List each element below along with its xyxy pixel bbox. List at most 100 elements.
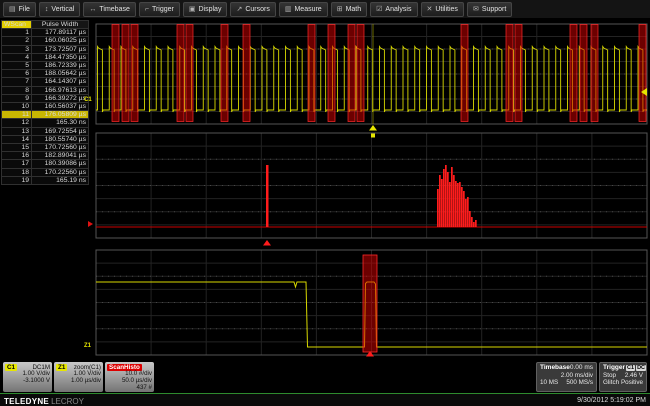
menu-support-button[interactable]: ✉Support	[467, 2, 512, 17]
pulse-width-table: WScan Pulse Width 1177.89117 µs2160.0602…	[1, 20, 89, 185]
trigger-type: Glitch	[603, 379, 619, 386]
pulse-width-row[interactable]: 5186.72339 µs	[2, 62, 89, 70]
pulse-width-row[interactable]: 1177.89117 µs	[2, 29, 89, 37]
pulse-width-row[interactable]: 13169.72554 µs	[2, 127, 89, 135]
menu-vertical-button[interactable]: ↕Vertical	[39, 2, 80, 17]
menu-math-button[interactable]: ⊞Math	[331, 2, 367, 17]
menu-cursors-button[interactable]: ↗Cursors	[230, 2, 275, 17]
pulse-width-row[interactable]: 19165.19 ns	[2, 176, 89, 184]
table-corner-label: WScan	[2, 21, 32, 29]
row-index: 17	[2, 160, 32, 168]
pulse-width-value: 170.72560 µs	[32, 144, 89, 152]
row-index: 6	[2, 70, 32, 78]
pulse-width-value: 186.72339 µs	[32, 62, 89, 70]
horizontal-arrows-icon: ↔	[89, 6, 96, 13]
vertical-arrows-icon: ↕	[45, 6, 49, 13]
trigger-mode: Stop	[603, 372, 616, 379]
glitch-capture-bar	[506, 25, 513, 122]
pulse-width-value: 170.22560 µs	[32, 168, 89, 176]
menu-label: Display	[199, 6, 222, 13]
pulse-width-value: 166.97613 µs	[32, 86, 89, 94]
row-index: 13	[2, 127, 32, 135]
pulse-width-row[interactable]: 6188.05642 µs	[2, 70, 89, 78]
menu-timebase-button[interactable]: ↔Timebase	[83, 2, 135, 17]
timebase-samples: 10 MS	[540, 379, 558, 386]
row-index: 8	[2, 86, 32, 94]
descriptor-c1[interactable]: C1DC1M1.00 V/div-3.1000 V	[3, 362, 52, 392]
pulse-width-row[interactable]: 10160.56037 µs	[2, 103, 89, 111]
menu-label: Timebase	[99, 6, 129, 13]
trace-badge: Z1	[56, 364, 67, 371]
trigger-level: 2.46 V	[625, 372, 643, 379]
menu-trigger-button[interactable]: ⌐Trigger	[139, 2, 180, 17]
pulse-width-row[interactable]: 7164.14307 µs	[2, 78, 89, 86]
pulse-width-row[interactable]: 11176.05809 µs	[2, 111, 89, 119]
row-index: 15	[2, 144, 32, 152]
histogram-bar	[463, 191, 465, 227]
c1-position-marker[interactable]: C1	[84, 97, 92, 103]
status-bar: TELEDYNELECROY 9/30/2012 5:19:02 PM	[0, 393, 650, 406]
wscan-panel: WScan Pulse Width 1177.89117 µs2160.0602…	[1, 20, 89, 185]
menu-measure-button[interactable]: ▥Measure	[279, 2, 328, 17]
display-icon: ▣	[189, 6, 196, 13]
pulse-width-row[interactable]: 9166.39272 µs	[2, 94, 89, 102]
glitch-capture-bar	[328, 25, 335, 122]
trace-badge: C1	[5, 364, 17, 371]
row-index: 3	[2, 45, 32, 53]
pulse-width-row[interactable]: 8166.97613 µs	[2, 86, 89, 94]
pulse-width-value: 188.05642 µs	[32, 70, 89, 78]
trigger-time-marker[interactable]	[369, 125, 377, 131]
menu-display-button[interactable]: ▣Display	[183, 2, 228, 17]
trigger-box[interactable]: Trigger C1 DC Stop 2.46 V Glitch Positiv…	[599, 362, 647, 392]
glitch-capture-bar	[177, 25, 184, 122]
menu-file-button[interactable]: ▤File	[3, 2, 36, 17]
menu-utilities-button[interactable]: ✕Utilities	[421, 2, 464, 17]
descriptor-scanhisto[interactable]: ScanHisto10.0 #/div50.0 µs/div437 #	[105, 362, 154, 392]
timebase-scale: 2.00 ms/div	[561, 372, 593, 379]
timebase-box[interactable]: Timebase 0.00 ms 2.00 ms/div 10 MS 500 M…	[536, 362, 597, 392]
oscilloscope-app: ▤File↕Vertical↔Timebase⌐Trigger▣Display↗…	[0, 0, 650, 406]
histogram-bar	[447, 172, 449, 227]
trace-setting: -3.1000 V	[5, 378, 50, 385]
pulse-width-row[interactable]: 18170.22560 µs	[2, 168, 89, 176]
histogram-bar	[459, 182, 461, 227]
glitch-capture-bar	[357, 25, 364, 122]
pulse-width-value: 184.47350 µs	[32, 53, 89, 61]
pulse-width-row[interactable]: 12165.30 ns	[2, 119, 89, 127]
pulse-width-value: 176.05809 µs	[32, 111, 89, 119]
pulse-width-value: 173.72507 µs	[32, 45, 89, 53]
row-index: 7	[2, 78, 32, 86]
pulse-width-value: 160.06025 µs	[32, 37, 89, 45]
menu-label: Measure	[294, 6, 321, 13]
pulse-width-value: 180.39086 µs	[32, 160, 89, 168]
pulse-width-row[interactable]: 2160.06025 µs	[2, 37, 89, 45]
menu-analysis-button[interactable]: ☑Analysis	[370, 2, 417, 17]
pulse-width-row[interactable]: 17180.39086 µs	[2, 160, 89, 168]
file-icon: ▤	[9, 6, 16, 13]
menu-label: File	[19, 6, 30, 13]
math-icon: ⊞	[337, 6, 343, 13]
row-index: 9	[2, 94, 32, 102]
pulse-width-row[interactable]: 3173.72507 µs	[2, 45, 89, 53]
pulse-width-row[interactable]: 15170.72560 µs	[2, 144, 89, 152]
trace-setting: 1.00 µs/div	[56, 378, 101, 385]
pulse-width-value: 166.39272 µs	[32, 94, 89, 102]
table-column-header: Pulse Width	[32, 21, 89, 29]
row-index: 4	[2, 53, 32, 61]
brand-lecroy: LECROY	[51, 397, 84, 406]
histogram-peak-marker[interactable]	[263, 240, 271, 246]
histogram-bar	[449, 182, 451, 227]
row-index: 11	[2, 111, 32, 119]
pulse-width-row[interactable]: 14180.55740 µs	[2, 135, 89, 143]
pulse-width-row[interactable]: 16182.89041 µs	[2, 152, 89, 160]
z1-position-marker[interactable]: Z1	[84, 343, 91, 349]
histogram-position-marker[interactable]	[88, 221, 93, 227]
pulse-width-value: 160.56037 µs	[32, 103, 89, 111]
glitch-capture-bar	[639, 25, 646, 122]
menu-label: Utilities	[435, 6, 458, 13]
pulse-width-value: 180.55740 µs	[32, 135, 89, 143]
glitch-capture-bar	[570, 25, 577, 122]
menu-label: Math	[346, 6, 362, 13]
pulse-width-row[interactable]: 4184.47350 µs	[2, 53, 89, 61]
descriptor-z1[interactable]: Z1zoom(C1)1.00 V/div1.00 µs/div	[54, 362, 103, 392]
